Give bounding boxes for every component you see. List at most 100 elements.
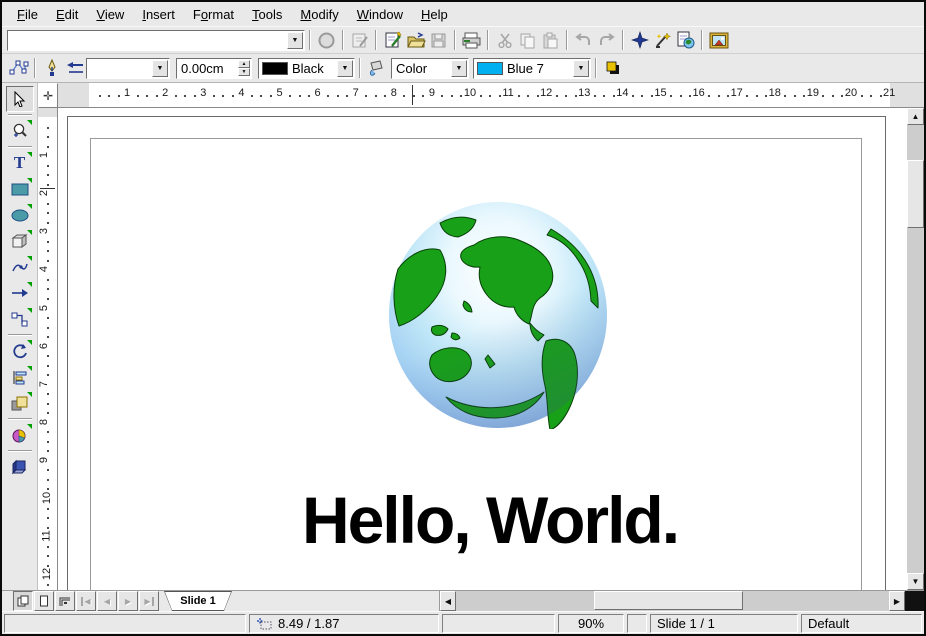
last-page-button[interactable]: ▶ [139, 591, 159, 611]
h-ruler-tick [460, 95, 462, 97]
connector-tool-button[interactable] [6, 306, 34, 332]
line-dialog-icon[interactable] [40, 57, 63, 80]
fill-color-dropdown-button[interactable]: ▼ [573, 60, 589, 77]
vertical-ruler[interactable]: 123456789101112 [38, 108, 58, 590]
ellipse-tool-button[interactable] [6, 202, 34, 228]
slide-tab-label[interactable]: Slide 1 [165, 592, 231, 610]
edit-file-disabled-icon[interactable] [348, 29, 371, 52]
previous-page-button[interactable]: ◀ [97, 591, 117, 611]
navigator-icon[interactable] [628, 29, 651, 52]
window-resize-corner[interactable] [905, 591, 924, 611]
3d-objects-tool-button[interactable] [6, 228, 34, 254]
slide-tab[interactable]: Slide 1 [164, 591, 232, 611]
line-width-field[interactable]: 0.00cm ▲ ▼ [176, 58, 252, 79]
menu-format[interactable]: Format [184, 4, 243, 25]
layer-mode-button[interactable] [55, 591, 75, 611]
ruler-origin-button[interactable]: ✛ [38, 83, 58, 108]
menu-modify[interactable]: Modify [291, 4, 347, 25]
menu-tools[interactable]: Tools [243, 4, 291, 25]
gallery-icon[interactable] [707, 29, 730, 52]
copy-icon[interactable] [516, 29, 539, 52]
scroll-right-button[interactable]: ▶ [889, 591, 905, 611]
curve-tool-button[interactable] [6, 254, 34, 280]
fill-color-value[interactable]: Blue 7 [503, 61, 572, 76]
next-page-button[interactable]: ▶ [118, 591, 138, 611]
horizontal-ruler[interactable]: 123456789101112131415161718192021 [58, 83, 924, 108]
globe-image[interactable] [388, 201, 608, 429]
save-icon[interactable] [427, 29, 450, 52]
spin-down-icon[interactable]: ▼ [238, 68, 250, 76]
arrange-tool-button[interactable] [6, 390, 34, 416]
hyperlink-icon[interactable] [674, 29, 697, 52]
shadow-icon[interactable] [601, 57, 624, 80]
vertical-scroll-thumb[interactable] [907, 160, 924, 228]
slide-title-text[interactable]: Hello, World. [302, 482, 678, 558]
fill-style-value[interactable]: Color [392, 61, 450, 76]
menu-insert[interactable]: Insert [133, 4, 184, 25]
h-ruler-number: 4 [238, 87, 244, 99]
h-ruler-cursor-marker [412, 85, 413, 105]
fill-style-combobox[interactable]: Color ▼ [391, 58, 469, 79]
line-color-dropdown-button[interactable]: ▼ [337, 60, 353, 77]
master-mode-button[interactable] [34, 591, 54, 611]
edit-points-icon[interactable] [7, 57, 30, 80]
separator [375, 30, 377, 50]
menu-file[interactable]: File [8, 4, 47, 25]
horizontal-scrollbar[interactable]: ◀ ▶ [439, 591, 905, 611]
alignment-tool-button[interactable] [6, 364, 34, 390]
page-style-segment[interactable]: Default [801, 614, 922, 633]
line-width-spinner[interactable]: ▲ ▼ [238, 60, 250, 76]
paste-icon[interactable] [539, 29, 562, 52]
h-ruler-tick [451, 95, 453, 97]
line-width-value[interactable]: 0.00cm [177, 61, 237, 76]
line-color-value[interactable]: Black [288, 61, 336, 76]
stop-icon[interactable] [315, 29, 338, 52]
scroll-left-button[interactable]: ◀ [440, 591, 456, 611]
menu-view[interactable]: View [87, 4, 133, 25]
first-page-button[interactable]: ◀ [76, 591, 96, 611]
area-dialog-icon[interactable] [365, 57, 388, 80]
horizontal-scroll-track[interactable] [456, 591, 889, 611]
line-color-combobox[interactable]: Black ▼ [258, 58, 355, 79]
vertical-scrollbar[interactable]: ▲ ▼ [907, 108, 924, 590]
lines-arrows-tool-button[interactable] [6, 280, 34, 306]
insert-tool-button[interactable] [6, 422, 34, 448]
line-style-dropdown-button[interactable]: ▼ [152, 60, 168, 77]
arrow-style-icon[interactable] [63, 57, 86, 80]
menu-edit[interactable]: Edit [47, 4, 87, 25]
h-ruler-tick [346, 95, 348, 97]
cut-icon[interactable] [493, 29, 516, 52]
content-area: T [2, 83, 924, 590]
autopilot-icon[interactable] [651, 29, 674, 52]
select-tool-button[interactable] [6, 86, 34, 112]
print-icon[interactable] [460, 29, 483, 52]
redo-icon[interactable] [595, 29, 618, 52]
undo-icon[interactable] [572, 29, 595, 52]
new-document-icon[interactable] [381, 29, 404, 52]
zoom-level-segment[interactable]: 90% [558, 614, 624, 633]
line-style-combobox[interactable]: ▼ [86, 58, 170, 79]
v-ruler-number: 9 [38, 457, 50, 463]
fill-color-combobox[interactable]: Blue 7 ▼ [473, 58, 591, 79]
rotate-tool-button[interactable] [6, 338, 34, 364]
v-ruler-tick [47, 565, 49, 567]
fill-style-dropdown-button[interactable]: ▼ [451, 60, 467, 77]
menu-help[interactable]: Help [412, 4, 457, 25]
v-ruler-tick [47, 488, 49, 490]
zoom-tool-button[interactable] [6, 118, 34, 144]
slide-canvas[interactable]: Hello, World. [58, 108, 907, 590]
rectangle-tool-button[interactable] [6, 176, 34, 202]
scroll-up-button[interactable]: ▲ [907, 108, 924, 125]
spin-up-icon[interactable]: ▲ [238, 60, 250, 68]
open-icon[interactable] [404, 29, 427, 52]
menu-window[interactable]: Window [348, 4, 412, 25]
url-combobox[interactable]: ▼ [7, 30, 305, 51]
horizontal-scroll-thumb[interactable] [594, 591, 743, 610]
scroll-down-button[interactable]: ▼ [907, 573, 924, 590]
url-dropdown-button[interactable]: ▼ [287, 32, 303, 49]
v-ruler-tick [47, 412, 49, 414]
page-mode-button[interactable] [13, 591, 33, 611]
vertical-scroll-track[interactable] [907, 125, 924, 573]
text-tool-button[interactable]: T [6, 150, 34, 176]
3d-controller-button[interactable] [6, 454, 34, 480]
